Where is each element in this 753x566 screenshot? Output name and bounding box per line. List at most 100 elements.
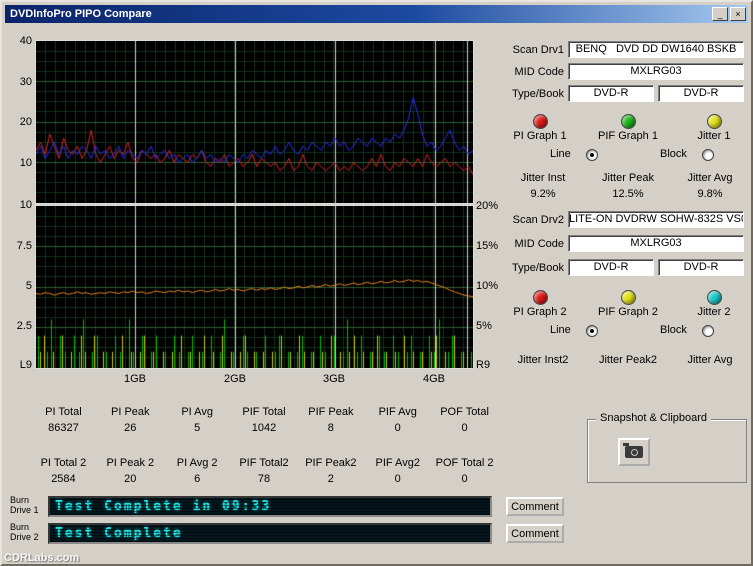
scan-drv2-field[interactable]: LITE-ON DVDRW SOHW-832S VS0 [568,211,744,228]
drive2-line-radio[interactable] [586,325,598,337]
x-tick-1gb: 1GB [118,373,152,385]
y-tick-b2-5: 2.5 [8,320,32,332]
jitter-tick-20: 20% [476,200,506,212]
stat-pi-peak2: PI Peak 220 [97,457,164,485]
pif-graph1-led[interactable] [621,114,636,129]
stat-pif-avg2: PIF Avg20 [364,457,431,485]
jitter-avg2-label: Jitter Avg [677,354,743,366]
stat-pi-total2: PI Total 22584 [30,457,97,485]
jitter-avg1-value: 9.8% [677,188,743,200]
status-lcd-drive2: Test Complete [48,523,492,544]
app-window: DVDInfoPro PIPO Compare _ × 40 30 20 10 … [0,0,753,566]
mid-code2-label: MID Code [498,238,564,250]
drive1-line-label: Line [550,148,571,160]
y-tick-b5: 5 [8,280,32,292]
stats-row-1: PI Total86327 PI Peak26 PI Avg5 PIF Tota… [30,406,498,434]
pif-graph2-label: PIF Graph 2 [593,306,663,318]
x-tick-2gb: 2GB [218,373,252,385]
stat-pif-total: PIF Total1042 [231,406,298,434]
stat-pof-total: POF Total0 [431,406,498,434]
mid-code1-field[interactable]: MXLRG03 [568,63,744,80]
jitter-peak1: Jitter Peak 12.5% [595,172,661,200]
camera-icon [625,446,643,458]
jitter-inst1-value: 9.2% [510,188,576,200]
jitter2-led[interactable] [707,290,722,305]
jitter-avg1-label: Jitter Avg [677,172,743,184]
close-button[interactable]: × [730,7,746,21]
pi-graph2-led[interactable] [533,290,548,305]
pif-jitter-graph-canvas [35,205,474,369]
y-tick-20: 20 [8,116,32,128]
drive1-block-label: Block [660,148,687,160]
status-lcd-drive2-text: Test Complete [50,525,490,542]
jitter-peak2-label: Jitter Peak2 [595,354,661,366]
stats-row-2: PI Total 22584 PI Peak 220 PI Avg 26 PIF… [30,457,498,485]
jitter1-label: Jitter 1 [679,130,749,142]
camera-button[interactable] [618,438,650,466]
jitter-inst2: Jitter Inst2 [510,354,576,370]
scan-drv1-label: Scan Drv1 [498,44,564,56]
drive2-line-label: Line [550,324,571,336]
drive2-block-radio[interactable] [702,325,714,337]
book1-field[interactable]: DVD-R [658,85,744,102]
stat-pi-avg2: PI Avg 26 [164,457,231,485]
stat-pof-total2: POF Total 20 [431,457,498,485]
stat-pi-avg: PI Avg5 [164,406,231,434]
stat-pif-peak: PIF Peak8 [297,406,364,434]
burn-drive1-label: Burn Drive 1 [10,495,39,515]
jitter-peak1-label: Jitter Peak [595,172,661,184]
type1-field[interactable]: DVD-R [568,85,654,102]
watermark: CDRLabs.com [4,552,79,564]
type2-field[interactable]: DVD-R [568,259,654,276]
mid-code2-field[interactable]: MXLRG03 [568,235,744,252]
y-tick-30: 30 [8,76,32,88]
book2-field[interactable]: DVD-R [658,259,744,276]
y-tick-b7-5: 7.5 [8,240,32,252]
x-tick-4gb: 4GB [417,373,451,385]
scan-drv2-label: Scan Drv2 [498,214,564,226]
stat-pif-avg: PIF Avg0 [364,406,431,434]
pi-graph1-label: PI Graph 1 [505,130,575,142]
pif-graph1-label: PIF Graph 1 [593,130,663,142]
x-tick-3gb: 3GB [317,373,351,385]
window-title: DVDInfoPro PIPO Compare [7,8,710,20]
drive1-block-radio[interactable] [702,149,714,161]
snapshot-title: Snapshot & Clipboard [596,412,711,424]
jitter-tick-10: 10% [476,280,506,292]
jitter-peak1-value: 12.5% [595,188,661,200]
jitter2-label: Jitter 2 [679,306,749,318]
mid-code1-label: MID Code [498,66,564,78]
minimize-button[interactable]: _ [712,7,728,21]
stat-pi-peak: PI Peak26 [97,406,164,434]
title-bar[interactable]: DVDInfoPro PIPO Compare _ × [5,5,748,23]
burn-drive2-label: Burn Drive 2 [10,522,39,542]
jitter-peak2: Jitter Peak2 [595,354,661,370]
drive2-block-label: Block [660,324,687,336]
jitter-inst1-label: Jitter Inst [510,172,576,184]
type-book1-label: Type/Book [498,88,564,100]
type-book2-label: Type/Book [498,262,564,274]
status-lcd-drive1-text: Test Complete in 09:33 [50,498,490,515]
pif-graph2-led[interactable] [621,290,636,305]
comment-button-drive1[interactable]: Comment [506,497,564,516]
jitter-inst1: Jitter Inst 9.2% [510,172,576,200]
y-tick-10: 10 [8,157,32,169]
pi-graph2-label: PI Graph 2 [505,306,575,318]
jitter-avg2: Jitter Avg [677,354,743,370]
corner-label-left: L9 [8,359,32,371]
stat-pif-peak2: PIF Peak22 [297,457,364,485]
status-lcd-drive1: Test Complete in 09:33 [48,496,492,517]
drive1-line-radio[interactable] [586,149,598,161]
y-tick-b10: 10 [8,199,32,211]
pi-graph-canvas [35,40,474,204]
jitter1-led[interactable] [707,114,722,129]
jitter-tick-5: 5% [476,320,506,332]
y-tick-40: 40 [8,35,32,47]
stat-pi-total: PI Total86327 [30,406,97,434]
pi-graph1-led[interactable] [533,114,548,129]
stat-pif-total2: PIF Total278 [231,457,298,485]
scan-drv1-field[interactable]: BENQ DVD DD DW1640 BSKB [568,41,744,58]
jitter-inst2-label: Jitter Inst2 [510,354,576,366]
corner-label-right: R9 [476,359,506,371]
comment-button-drive2[interactable]: Comment [506,524,564,543]
